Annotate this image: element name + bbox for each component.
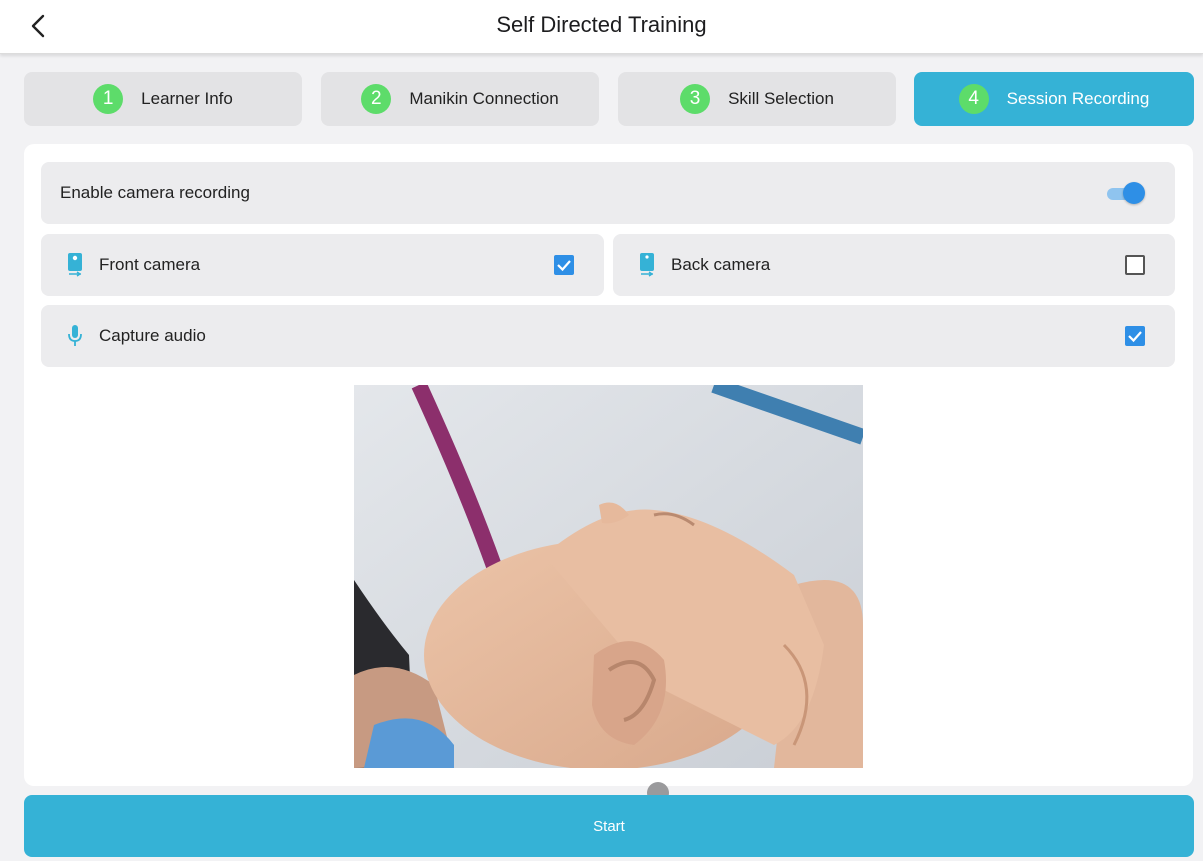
step-number: 1 [93, 84, 124, 114]
step-skill-selection[interactable]: 3 Skill Selection [618, 72, 896, 126]
enable-recording-row: Enable camera recording [41, 162, 1175, 224]
step-number: 4 [958, 84, 989, 114]
step-session-recording[interactable]: 4 Session Recording [914, 72, 1194, 126]
top-bar: Self Directed Training [0, 0, 1203, 54]
step-manikin-connection[interactable]: 2 Manikin Connection [321, 72, 599, 126]
front-camera-icon [65, 251, 85, 279]
back-camera-icon [637, 251, 657, 279]
step-learner-info[interactable]: 1 Learner Info [24, 72, 302, 126]
capture-audio-label: Capture audio [99, 326, 206, 345]
back-camera-label: Back camera [671, 255, 771, 274]
capture-audio-checkbox[interactable] [1125, 326, 1145, 346]
enable-recording-label: Enable camera recording [60, 183, 250, 202]
start-button[interactable]: Start [24, 795, 1194, 857]
microphone-icon [65, 322, 85, 350]
step-number: 3 [680, 84, 711, 114]
camera-preview-image [354, 385, 863, 768]
enable-recording-toggle[interactable] [1105, 182, 1145, 204]
step-label: Manikin Connection [409, 89, 559, 108]
recording-panel: Enable camera recording Front camera Bac… [24, 144, 1193, 786]
front-camera-checkbox[interactable] [554, 255, 574, 275]
step-label: Session Recording [1006, 89, 1150, 108]
capture-audio-row: Capture audio [41, 305, 1175, 367]
check-icon [557, 260, 571, 272]
step-number: 2 [361, 84, 392, 114]
page-title: Self Directed Training [496, 12, 707, 37]
step-tabs: 1 Learner Info 2 Manikin Connection 3 Sk… [24, 72, 1194, 126]
back-camera-row: Back camera [613, 234, 1175, 296]
step-label: Skill Selection [728, 89, 834, 108]
step-label: Learner Info [141, 89, 233, 108]
check-icon [1128, 331, 1142, 343]
toggle-knob [1123, 182, 1145, 204]
front-camera-row: Front camera [41, 234, 604, 296]
camera-preview [354, 385, 863, 768]
front-camera-label: Front camera [99, 255, 201, 274]
back-camera-checkbox[interactable] [1125, 255, 1145, 275]
